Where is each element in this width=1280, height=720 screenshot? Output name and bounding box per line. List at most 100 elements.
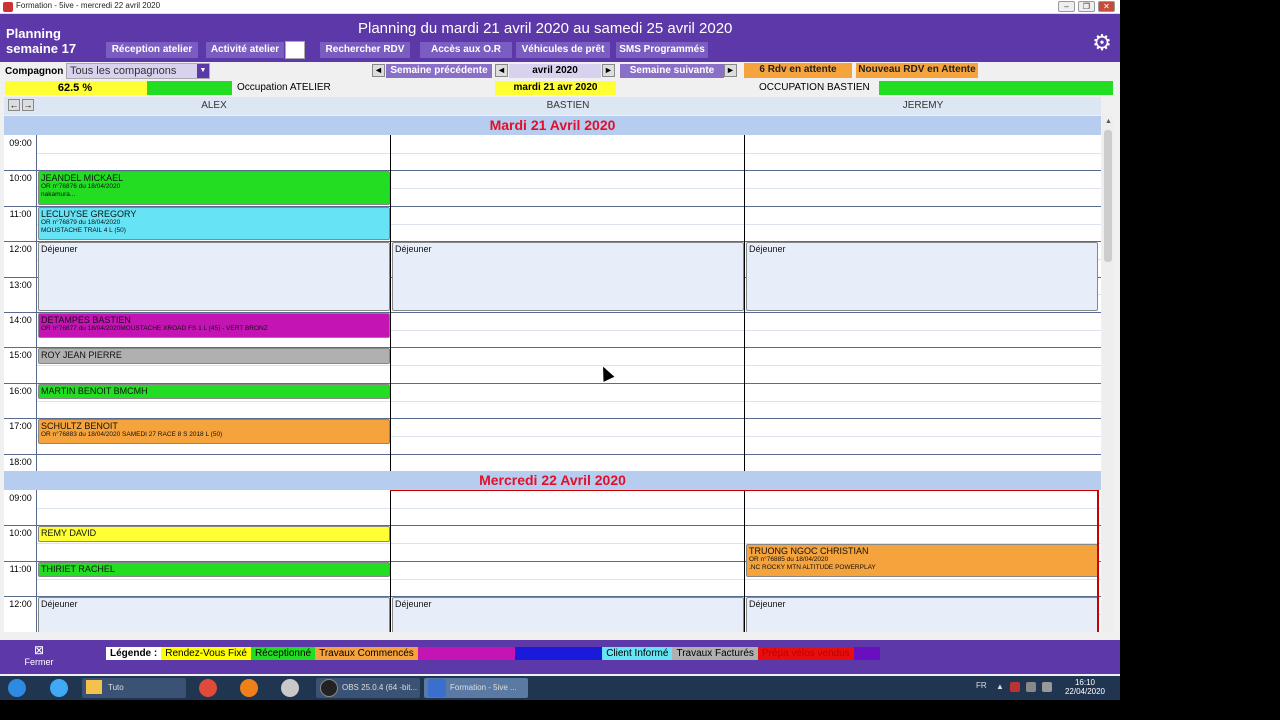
- compagnon-select[interactable]: Tous les compagnons ▼: [66, 63, 210, 79]
- activite-atelier-button[interactable]: Activité atelier: [206, 42, 284, 58]
- hour-label: 13:00: [9, 279, 32, 290]
- start-menu-icon[interactable]: [8, 679, 26, 697]
- footer: ⊠ Fermer Légende : Rendez-Vous Fixé Récept…: [0, 640, 1120, 674]
- appointment-card[interactable]: JEANDEL MICKAEL OR n°76876 du 18/04/2020 n…: [38, 171, 390, 205]
- appointment-detail: OR n°76876 du 18/04/2020: [41, 183, 121, 191]
- appointment-name: ROY JEAN PIERRE: [41, 350, 122, 361]
- acces-or-button[interactable]: Accès aux O.R: [420, 42, 512, 58]
- scrollbar-thumb[interactable]: [1104, 130, 1112, 262]
- 5ive-app-icon: [428, 679, 446, 697]
- legend-item: [853, 647, 880, 660]
- app-window: Formation - 5ive - mercredi 22 avril 202…: [0, 0, 1120, 676]
- rdv-waiting-button[interactable]: 6 Rdv en attente: [744, 63, 852, 78]
- app-icon: [3, 2, 13, 12]
- vehicules-pret-button[interactable]: Véhicules de prêt: [516, 42, 610, 58]
- appointment-name: THIRIET RACHEL: [41, 563, 115, 574]
- column-divider: [744, 135, 745, 489]
- language-indicator[interactable]: FR: [976, 681, 987, 690]
- appointment-card[interactable]: Déjeuner: [392, 242, 744, 311]
- time-column-divider: [36, 490, 37, 632]
- appointment-name: Déjeuner: [749, 244, 786, 255]
- gear-icon[interactable]: ⚙: [1090, 31, 1114, 55]
- window-title: Formation - 5ive - mercredi 22 avril 202…: [16, 1, 161, 10]
- taskbar: Tuto OBS 25.0.4 (64 -bit... Formation - …: [0, 676, 1120, 700]
- close-icon[interactable]: ⊠: [20, 643, 58, 657]
- close-window-button[interactable]: ✕: [1098, 1, 1115, 12]
- folder-icon: [86, 680, 102, 694]
- appointment-detail: OR n°76877 du 18/04/2020MOUSTACHE XROAD …: [41, 325, 268, 332]
- maximize-button[interactable]: ❐: [1078, 1, 1095, 12]
- new-rdv-waiting-button[interactable]: Nouveau RDV en Attente: [856, 63, 978, 78]
- prev-month-arrow-icon[interactable]: ◄: [495, 64, 508, 77]
- volume-icon[interactable]: [1042, 682, 1052, 692]
- chevron-down-icon[interactable]: ▼: [197, 64, 209, 78]
- scroll-up-icon[interactable]: ▲: [1105, 118, 1112, 125]
- internet-explorer-icon[interactable]: [50, 679, 68, 697]
- appointment-name: JEANDEL MICKAEL: [41, 173, 124, 184]
- minimize-button[interactable]: –: [1058, 1, 1075, 12]
- chrome-icon[interactable]: [199, 679, 217, 697]
- hour-label: 15:00: [9, 350, 32, 361]
- title-bar: Formation - 5ive - mercredi 22 avril 202…: [0, 0, 1120, 14]
- atelier-occupancy-label: Occupation ATELIER: [237, 82, 331, 93]
- appointment-card[interactable]: LECLUYSE GREGORY OR n°76879 du 18/04/2020…: [38, 206, 390, 241]
- time-column-divider: [36, 135, 37, 489]
- appointment-card[interactable]: Déjeuner: [38, 242, 390, 311]
- rechercher-rdv-button[interactable]: Rechercher RDV: [320, 42, 410, 58]
- close-label: Fermer: [24, 657, 54, 667]
- appointment-name: LECLUYSE GREGORY: [41, 208, 137, 219]
- appointment-card[interactable]: MARTIN BENOIT BMCMH: [38, 383, 390, 400]
- reception-atelier-button[interactable]: Réception atelier: [106, 42, 198, 58]
- month-selector[interactable]: avril 2020: [509, 64, 601, 78]
- next-month-arrow-icon[interactable]: ►: [602, 64, 615, 77]
- hour-label: 12:00: [9, 244, 32, 255]
- flag-icon[interactable]: [1010, 682, 1020, 692]
- network-icon[interactable]: [1026, 682, 1036, 692]
- printer-icon[interactable]: [285, 41, 305, 59]
- appointment-card[interactable]: REMY DAVID: [38, 526, 390, 543]
- week-number: semaine 17: [6, 41, 77, 56]
- tray-chevron-icon[interactable]: ▲: [996, 682, 1004, 691]
- column-jeremy: JEREMY: [902, 100, 944, 111]
- appointment-name: Déjeuner: [41, 599, 78, 610]
- hour-label: 09:00: [9, 138, 32, 148]
- planning-label: Planning: [6, 26, 61, 41]
- tool-icon[interactable]: [281, 679, 299, 697]
- hour-label: 18:00: [9, 456, 32, 467]
- day-header: Mercredi 22 Avril 2020: [4, 471, 1101, 490]
- legend-item: Légende :: [106, 647, 162, 660]
- column-bastien: BASTIEN: [546, 100, 590, 111]
- appointment-card[interactable]: THIRIET RACHEL: [38, 561, 390, 578]
- atelier-occupancy-fill: [146, 81, 232, 95]
- appointment-detail: MOUSTACHE TRAIL 4 L (50): [41, 226, 126, 234]
- taskbar-item-label: Tuto: [108, 683, 124, 692]
- scroll-left-icon[interactable]: ←: [8, 99, 20, 111]
- appointment-detail: nakamura...: [41, 191, 76, 199]
- legend: Légende : Rendez-Vous Fixé Réceptionné Trav…: [106, 647, 880, 660]
- occupancy-bar: 62.5 % Occupation ATELIER mardi 21 avr 2…: [0, 80, 1120, 96]
- column-header: ← → ALEX BASTIEN JEREMY: [4, 97, 1101, 115]
- prev-week-button[interactable]: Semaine précédente: [386, 64, 492, 78]
- appointment-name: MARTIN BENOIT BMCMH: [41, 385, 148, 396]
- prev-week-arrow-icon[interactable]: ◄: [372, 64, 385, 77]
- half-hour-line: [37, 152, 1101, 154]
- appointment-name: SCHULTZ BENOIT: [41, 421, 118, 432]
- appointment-card[interactable]: Déjeuner: [746, 242, 1098, 311]
- scroll-right-icon[interactable]: →: [22, 99, 34, 111]
- appointment-card[interactable]: DETAMPES BASTIEN OR n°76877 du 18/04/2020…: [38, 313, 390, 338]
- taskbar-item-label: OBS 25.0.4 (64 -bit...: [342, 683, 418, 692]
- next-week-arrow-icon[interactable]: ►: [724, 64, 737, 77]
- appointment-card[interactable]: SCHULTZ BENOIT OR n°76883 du 18/04/2020 S…: [38, 419, 390, 444]
- appointment-card[interactable]: ROY JEAN PIERRE: [38, 348, 390, 365]
- sms-programmes-button[interactable]: SMS Programmés: [616, 42, 708, 58]
- next-week-button[interactable]: Semaine suivante: [620, 64, 724, 78]
- vertical-scrollbar[interactable]: ▲: [1102, 116, 1114, 632]
- hour-label: 11:00: [9, 563, 32, 574]
- close-button[interactable]: ⊠ Fermer: [20, 643, 58, 667]
- appointment-card[interactable]: Déjeuner: [38, 597, 390, 632]
- atelier-occupancy-percent: 62.5 %: [57, 82, 93, 94]
- appointment-name: DETAMPES BASTIEN: [41, 315, 131, 325]
- compagnon-label: Compagnon: [5, 66, 64, 77]
- firefox-icon[interactable]: [240, 679, 258, 697]
- clock[interactable]: 16:10 22/04/2020: [1060, 678, 1110, 696]
